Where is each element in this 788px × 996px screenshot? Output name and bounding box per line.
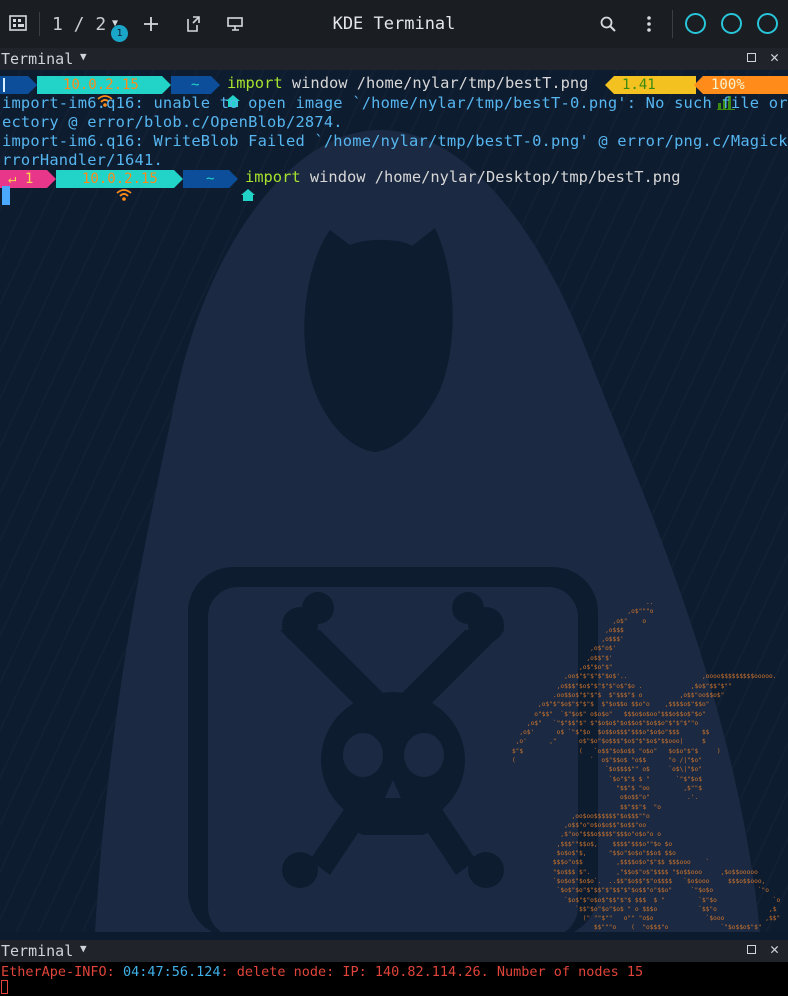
error-line: import-im6.q16: WriteBlob Failed `/home/… xyxy=(2,132,788,150)
search-icon[interactable] xyxy=(597,12,619,36)
exit-status: ↵ 1 xyxy=(8,171,34,187)
minimize-button[interactable] xyxy=(685,13,706,34)
pane-title: Terminal xyxy=(1,50,74,68)
display-icon[interactable] xyxy=(224,12,246,36)
pane-title: Terminal xyxy=(1,942,74,960)
chevron-down-icon[interactable]: ▼ xyxy=(80,942,87,955)
tab-count-badge: 1 xyxy=(111,25,128,42)
prompt-ip: 10.0.2.15 xyxy=(63,77,139,93)
prompt-ip: 10.0.2.15 xyxy=(82,171,158,187)
error-line: ectory @ error/blob.c/OpenBlob/2874. xyxy=(2,113,343,131)
divider xyxy=(672,10,673,38)
title-bar: 1 / 2 ▼ 1 KDE Terminal xyxy=(0,0,788,48)
tab-counter[interactable]: 1 / 2 xyxy=(52,12,106,36)
command-1: import window /home/nylar/tmp/bestT.png xyxy=(227,74,588,92)
command-name: import xyxy=(227,74,283,92)
command-2: import window /home/nylar/Desktop/tmp/be… xyxy=(245,168,681,186)
text-cursor xyxy=(2,186,10,205)
log-message: : delete node: IP: 140.82.114.26. Number… xyxy=(220,964,644,980)
ascii-art-decoration: .. ,o$"""o ,o$" o ,o$$$ ,o$$$' ,o$"o$' ,… xyxy=(511,599,781,932)
log-time: 04:47:56.124 xyxy=(122,964,221,980)
terminal-pane-bottom[interactable]: EtherApe-INFO: 04:47:56.124: delete node… xyxy=(0,962,788,996)
battery-level: 100% xyxy=(711,77,745,93)
prompt-line-1: 10.0.2.15 ~ import window /home/nylar/tm… xyxy=(0,74,788,110)
command-args: window /home/nylar/tmp/bestT.png xyxy=(291,74,589,92)
prompt-dir: ~ xyxy=(191,77,200,93)
text-cursor xyxy=(1,980,8,994)
grid-icon[interactable] xyxy=(8,13,28,33)
command-name: import xyxy=(245,168,301,186)
plus-icon[interactable] xyxy=(140,12,162,36)
divider xyxy=(39,12,40,36)
terminal-pane-top[interactable]: 10.0.2.15 ~ import window /home/nylar/tm… xyxy=(0,70,788,932)
pane-header-bottom: Terminal ▼ ✕ xyxy=(0,940,788,962)
pane-header-top: Terminal ▼ ✕ xyxy=(0,48,788,70)
log-line: EtherApe-INFO: 04:47:56.124: delete node… xyxy=(1,964,644,980)
close-pane-icon[interactable]: ✕ xyxy=(770,940,779,958)
prompt-line-2: ↵ 1 10.0.2.15 ~ import window /home/nyla… xyxy=(0,168,788,201)
chevron-down-icon[interactable]: ▼ xyxy=(80,50,87,63)
load-average: 1.41 xyxy=(622,77,656,93)
maximize-pane-icon[interactable] xyxy=(747,945,756,954)
command-args: window /home/nylar/Desktop/tmp/bestT.png xyxy=(309,168,681,186)
log-source: EtherApe-INFO xyxy=(1,964,107,980)
split-view-icon[interactable] xyxy=(182,12,204,36)
error-line: rrorHandler/1641. xyxy=(2,151,163,169)
kebab-menu-icon[interactable] xyxy=(640,12,658,36)
maximize-button[interactable] xyxy=(721,13,742,34)
maximize-pane-icon[interactable] xyxy=(747,53,756,62)
close-button[interactable] xyxy=(757,13,778,34)
close-pane-icon[interactable]: ✕ xyxy=(770,48,779,66)
prompt-dir: ~ xyxy=(206,171,215,187)
battery-icon xyxy=(756,76,788,94)
error-line: import-im6.q16: unable to open image `/h… xyxy=(2,94,788,112)
